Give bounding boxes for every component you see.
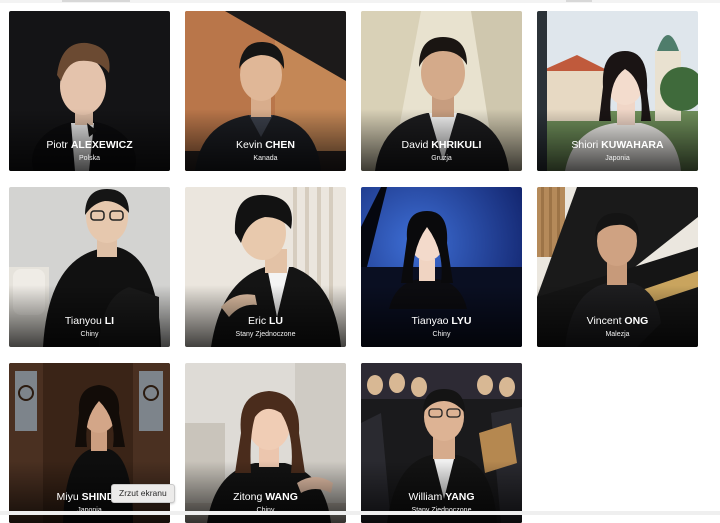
pianist-name: Vincent ONG [586, 315, 649, 327]
pianist-card[interactable]: Tianyou LI Chiny [9, 187, 170, 347]
pianist-country: Japonia [605, 155, 630, 162]
pianist-card[interactable]: Shiori KUWAHARA Japonia [537, 11, 698, 171]
pianist-card[interactable]: Piotr ALEXEWICZ Polska [9, 11, 170, 171]
bottom-edge [0, 511, 720, 515]
pianist-caption: Tianyou LI Chiny [9, 315, 170, 340]
pianist-caption: Shiori KUWAHARA Japonia [537, 139, 698, 164]
pianist-name: Tianyao LYU [411, 315, 472, 327]
pianist-caption: Piotr ALEXEWICZ Polska [9, 139, 170, 164]
pianist-card[interactable]: Kevin CHEN Kanada [185, 11, 346, 171]
pianist-card[interactable]: Tianyao LYU Chiny [361, 187, 522, 347]
pianist-name: William YANG [408, 491, 475, 503]
pianist-caption: Vincent ONG Malezja [537, 315, 698, 340]
pianist-card[interactable]: Vincent ONG Malezja [537, 187, 698, 347]
pianist-card[interactable]: Eric LU Stany Zjednoczone [185, 187, 346, 347]
pianist-grid: Piotr ALEXEWICZ Polska Kevin CHEN Kanada [9, 11, 698, 523]
pianist-country: Chiny [80, 331, 99, 338]
pianist-country: Malezja [605, 331, 630, 338]
pianist-name: Eric LU [247, 315, 283, 327]
pianist-name: David KHRIKULI [401, 139, 482, 151]
pianist-country: Polska [78, 155, 100, 162]
pianist-caption: David KHRIKULI Gruzja [361, 139, 522, 164]
pianist-caption: Eric LU Stany Zjednoczone [185, 315, 346, 340]
pianist-card[interactable]: David KHRIKULI Gruzja [361, 11, 522, 171]
pianist-name: Tianyou LI [64, 315, 115, 327]
pianist-country: Stany Zjednoczone [235, 331, 296, 338]
screenshot-tooltip: Zrzut ekranu [111, 484, 175, 503]
pianist-card[interactable]: William YANG Stany Zjednoczone [361, 363, 522, 523]
pianist-name: Shiori KUWAHARA [571, 139, 664, 151]
pianist-country: Kanada [253, 155, 278, 162]
pianist-country: Gruzja [431, 155, 452, 162]
pianist-card[interactable]: Zitong WANG Chiny [185, 363, 346, 523]
pianist-country: Chiny [432, 331, 451, 338]
pianist-caption: Tianyao LYU Chiny [361, 315, 522, 340]
pianist-name: Zitong WANG [233, 491, 298, 503]
pianist-caption: Kevin CHEN Kanada [185, 139, 346, 164]
pianist-name: Kevin CHEN [236, 139, 295, 151]
top-edge [0, 0, 720, 3]
pianist-name: Piotr ALEXEWICZ [46, 139, 133, 151]
